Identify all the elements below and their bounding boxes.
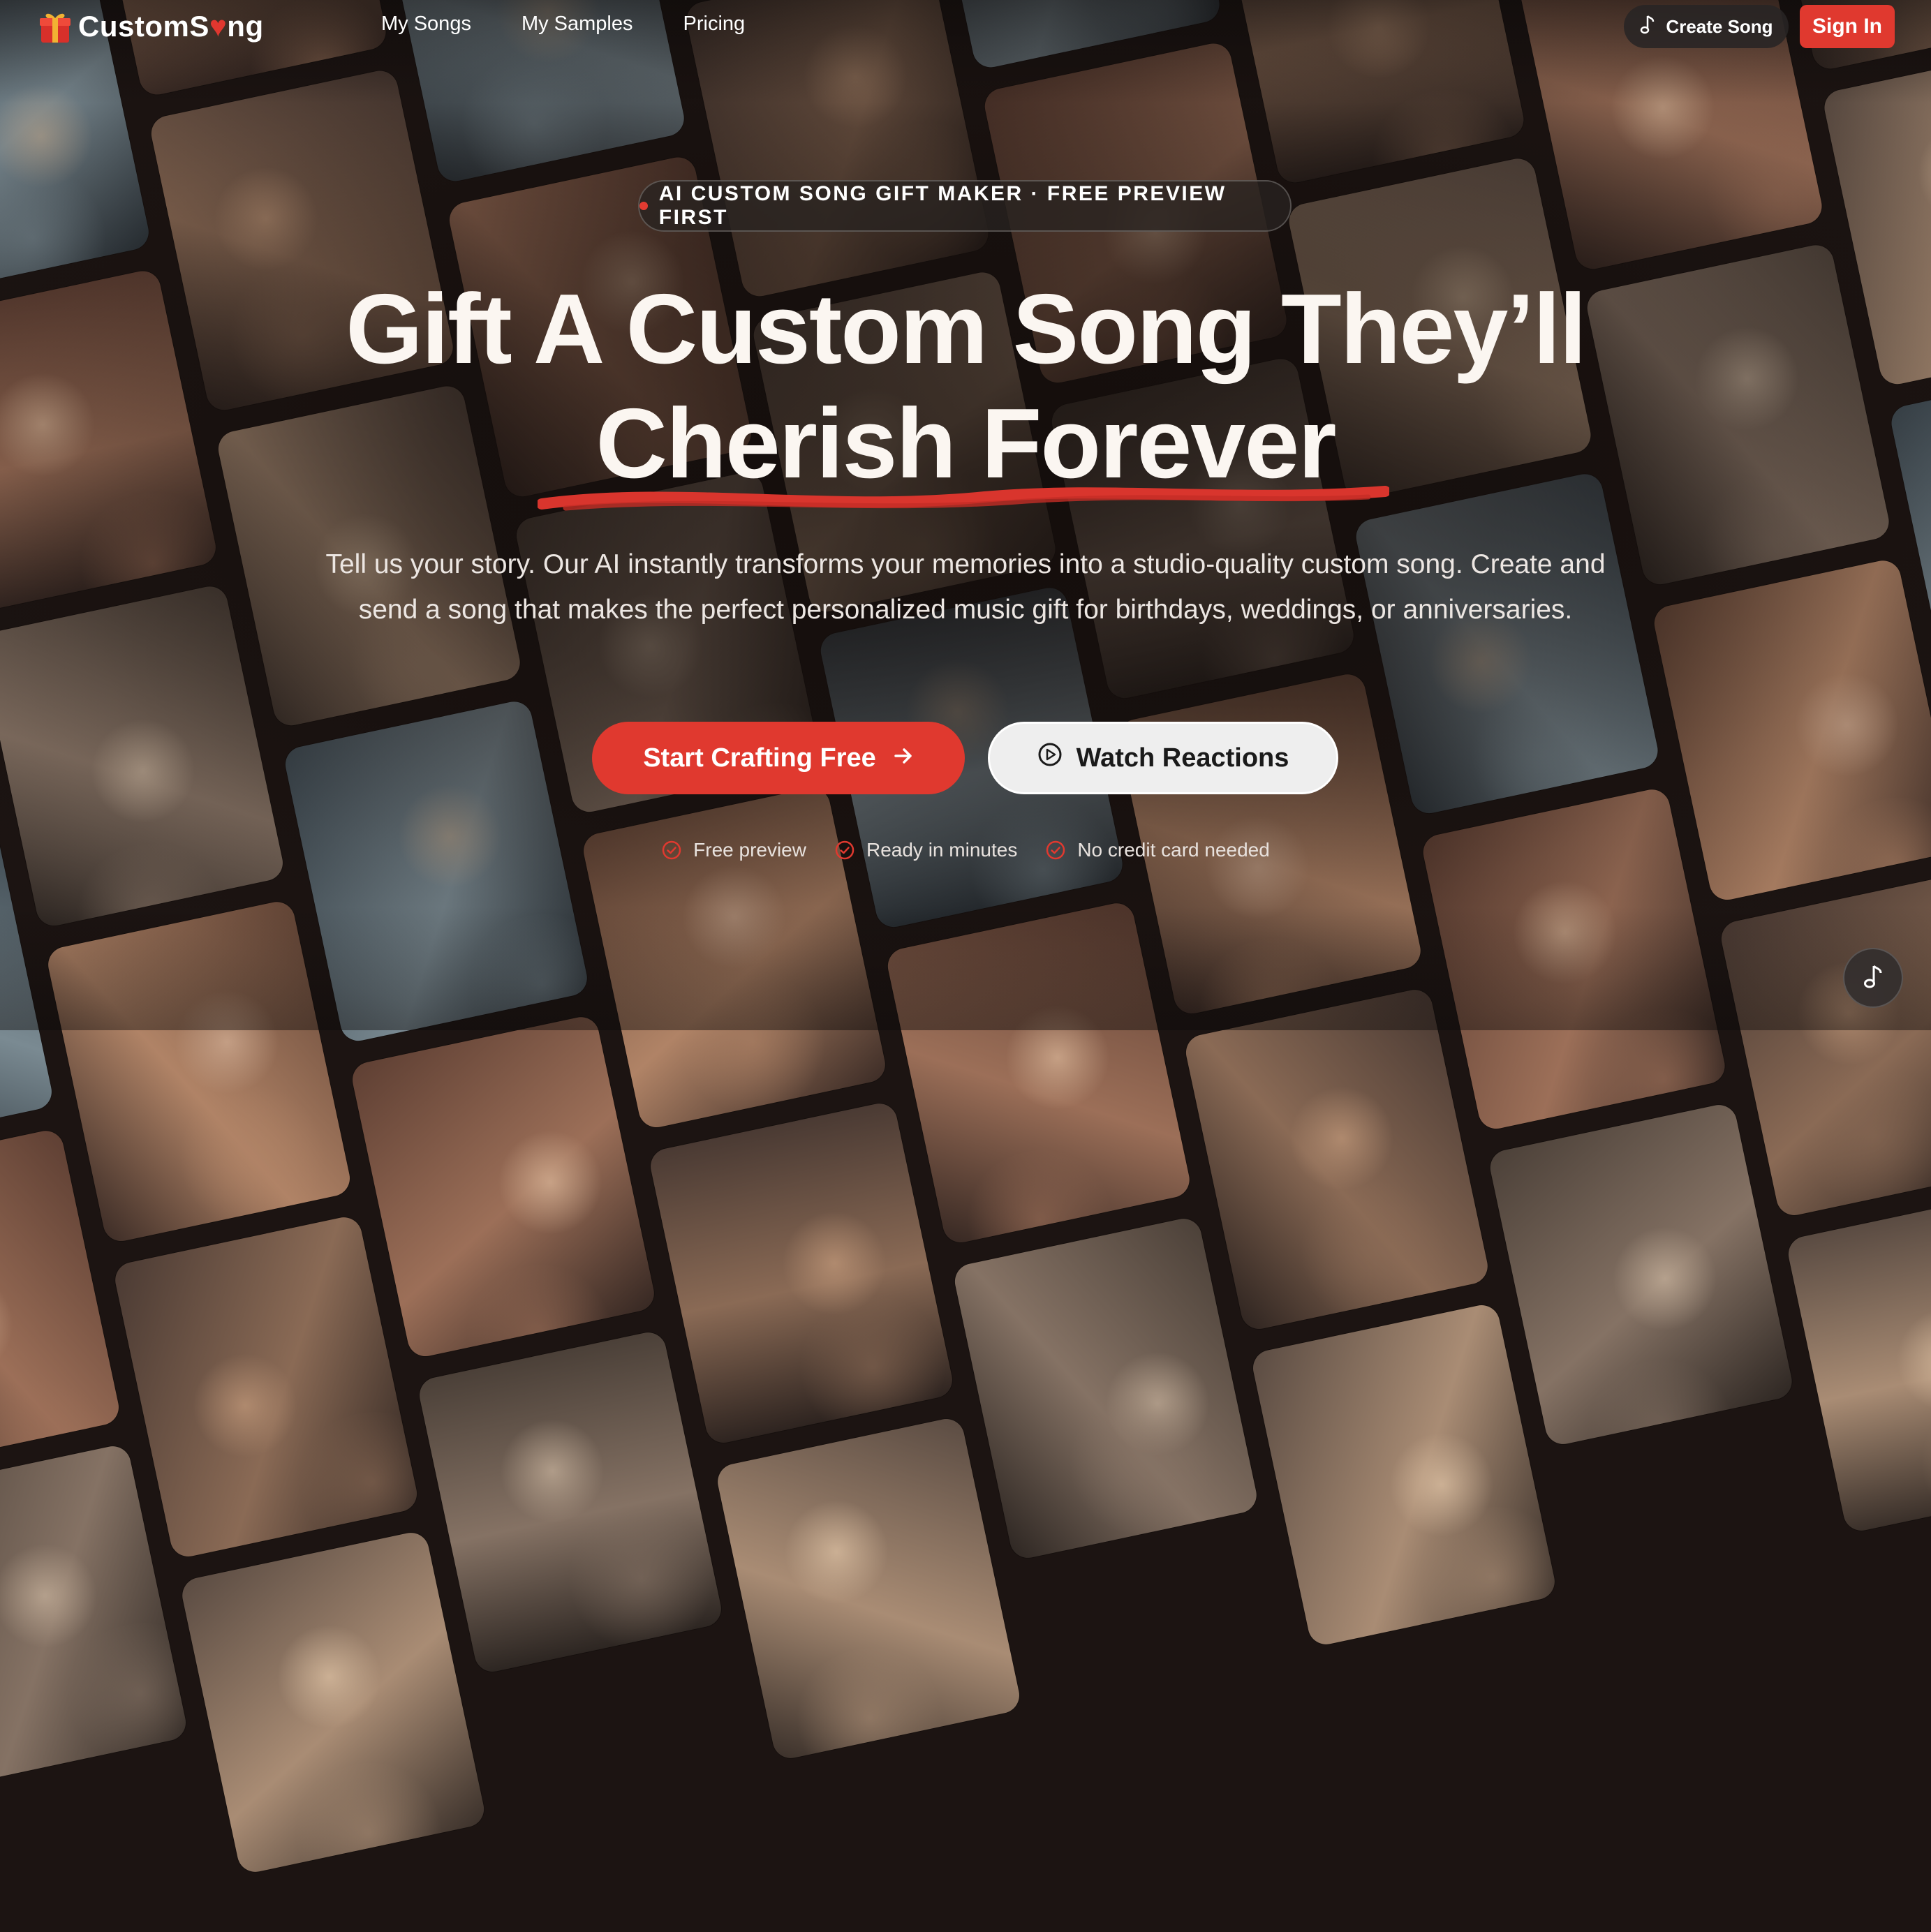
headline-line-1: Gift A Custom Song They’ll xyxy=(346,274,1587,385)
photo-subject xyxy=(183,1343,308,1468)
photo-subject xyxy=(490,1409,615,1533)
site-header: CustomS♥ng My Songs My Samples Pricing C… xyxy=(0,0,1931,53)
brush-underline xyxy=(538,486,1389,511)
check-no-credit-card: No credit card needed xyxy=(1045,839,1270,861)
logo[interactable]: CustomS♥ng xyxy=(39,6,264,47)
check-label: Free preview xyxy=(693,839,806,861)
watch-reactions-button[interactable]: Watch Reactions xyxy=(988,722,1338,794)
create-song-button[interactable]: Create Song xyxy=(1624,5,1789,48)
photo-subject xyxy=(279,1748,459,1875)
photo-tile xyxy=(416,1329,725,1675)
check-circle-icon xyxy=(1046,840,1065,860)
photo-subject xyxy=(0,1533,108,1658)
photo-tile xyxy=(179,1529,487,1875)
music-note-icon xyxy=(1863,963,1884,993)
photo-tile xyxy=(1486,1101,1796,1448)
watch-reactions-label: Watch Reactions xyxy=(1076,743,1289,773)
photo-subject xyxy=(162,1073,342,1242)
photo-tile xyxy=(647,1100,956,1446)
arrow-right-icon xyxy=(893,743,914,773)
photo-subject xyxy=(774,1489,899,1614)
main-nav: My Songs My Samples Pricing xyxy=(381,13,745,36)
photo-tile xyxy=(952,1215,1260,1561)
nav-my-samples[interactable]: My Samples xyxy=(521,13,633,36)
logo-text: CustomS♥ng xyxy=(78,10,264,43)
play-circle-icon xyxy=(1037,742,1063,774)
create-song-label: Create Song xyxy=(1666,15,1773,37)
check-circle-icon xyxy=(835,840,854,860)
check-free-preview: Free preview xyxy=(661,839,806,861)
photo-subject xyxy=(1886,1298,1931,1422)
nav-my-songs[interactable]: My Songs xyxy=(381,13,471,36)
photo-subject xyxy=(1784,1053,1931,1219)
photo-tile xyxy=(1785,1188,1931,1534)
music-note-icon xyxy=(1639,14,1656,40)
badge-text: AI CUSTOM SONG GIFT MAKER · FREE PREVIEW… xyxy=(658,182,1227,229)
gift-icon xyxy=(39,9,71,44)
photo-subject xyxy=(950,1136,1130,1246)
photo-tile xyxy=(1183,986,1491,1332)
photo-subject xyxy=(488,1120,613,1244)
photo-subject xyxy=(1602,1217,1727,1342)
photo-tile xyxy=(714,1415,1023,1762)
start-crafting-button[interactable]: Start Crafting Free xyxy=(592,722,965,794)
hero-subtitle: Tell us your story. Our AI instantly tra… xyxy=(325,549,1606,625)
music-player-button[interactable] xyxy=(1843,948,1903,1008)
photo-tile xyxy=(349,1013,658,1360)
heart-icon: ♥ xyxy=(209,10,228,43)
check-circle-icon xyxy=(662,840,681,860)
check-label: Ready in minutes xyxy=(866,839,1018,861)
start-crafting-label: Start Crafting Free xyxy=(643,743,876,773)
photo-subject xyxy=(0,1263,24,1387)
photo-subject xyxy=(780,1633,960,1762)
feature-checklist: Free preview Ready in minutes No credit … xyxy=(0,839,1931,861)
photo-subject xyxy=(267,1614,392,1739)
check-ready-in-minutes: Ready in minutes xyxy=(834,839,1017,861)
nav-pricing[interactable]: Pricing xyxy=(683,13,746,36)
photo-tile xyxy=(1250,1302,1558,1648)
sign-in-button[interactable]: Sign In xyxy=(1800,5,1895,48)
badge-dot-icon xyxy=(639,202,648,210)
photo-tile xyxy=(112,1214,420,1560)
photo-subject xyxy=(1284,1168,1464,1332)
check-label: No credit card needed xyxy=(1077,839,1270,861)
photo-subject xyxy=(552,1494,725,1663)
photo-subject xyxy=(1571,1346,1751,1448)
hero-badge: AI CUSTOM SONG GIFT MAKER · FREE PREVIEW… xyxy=(638,180,1292,232)
